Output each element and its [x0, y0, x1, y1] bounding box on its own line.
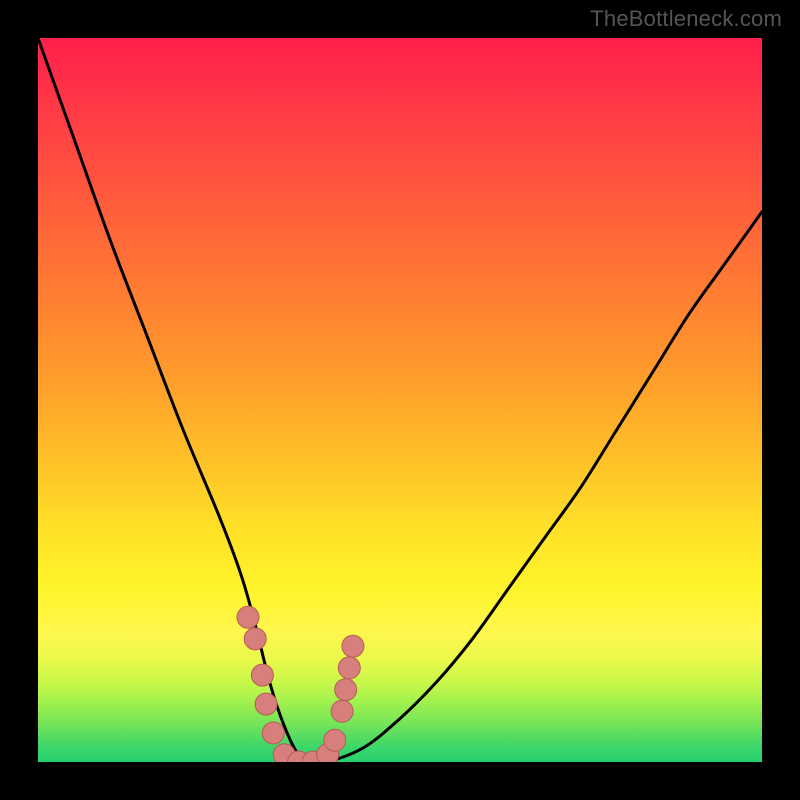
plot-area — [38, 38, 762, 762]
curve-marker — [244, 628, 266, 650]
curve-marker — [255, 693, 277, 715]
curve-marker — [251, 664, 273, 686]
bottleneck-curve-right — [313, 212, 762, 762]
curve-marker — [237, 606, 259, 628]
marker-layer — [237, 606, 364, 762]
attribution-label: TheBottleneck.com — [590, 6, 782, 32]
chart-frame: TheBottleneck.com — [0, 0, 800, 800]
curve-marker — [262, 722, 284, 744]
curve-marker — [338, 657, 360, 679]
curve-layer — [38, 38, 762, 762]
curve-marker — [331, 700, 353, 722]
curve-marker — [335, 679, 357, 701]
chart-svg — [38, 38, 762, 762]
curve-marker — [324, 729, 346, 751]
curve-marker — [342, 635, 364, 657]
bottleneck-curve-left — [38, 38, 313, 762]
